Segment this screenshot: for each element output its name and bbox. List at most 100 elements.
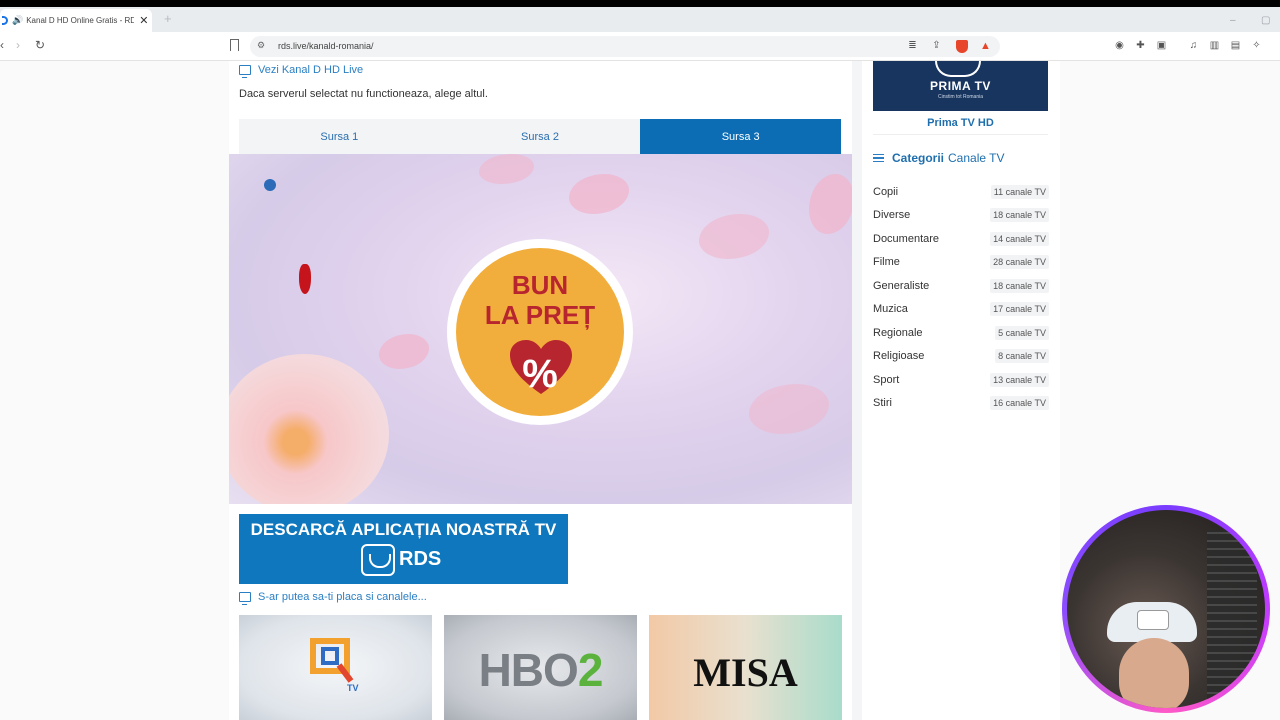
prima-tv-thumb[interactable]: PRIMA TV Cinstim tot Romania — [873, 61, 1048, 111]
martisor-tassel — [299, 264, 311, 294]
category-item[interactable]: Stiri 16 canale TV — [873, 392, 1049, 416]
tv-icon — [239, 592, 251, 605]
category-count: 18 canale TV — [990, 208, 1049, 223]
category-name[interactable]: Stiri — [873, 397, 892, 409]
category-name[interactable]: Diverse — [873, 209, 910, 221]
channel-thumb-misa[interactable]: MISA — [649, 615, 842, 720]
category-count: 13 canale TV — [990, 372, 1049, 387]
tab-strip: 🔊 Kanal D HD Online Gratis - RD ✕ + – ▢ — [0, 7, 1280, 32]
petal-decoration — [379, 334, 429, 369]
prima-logo-icon — [935, 61, 981, 77]
url-text: rds.live/kanald-romania/ — [278, 41, 374, 51]
brave-rewards-icon[interactable]: ▲ — [980, 40, 991, 52]
tv-logo-icon — [361, 544, 395, 576]
channel-thumb-hbo2[interactable]: HBO2 — [444, 615, 637, 720]
decoration-bead — [264, 179, 276, 191]
category-item[interactable]: Muzica 17 canale TV — [873, 298, 1049, 322]
hbo2-logo: HBO2 — [478, 644, 604, 696]
screenshot-icon[interactable]: ▣ — [1156, 40, 1167, 51]
category-count: 8 canale TV — [995, 349, 1049, 364]
speaker-icon[interactable]: 🔊 — [12, 15, 23, 26]
category-name[interactable]: Generaliste — [873, 280, 929, 292]
category-name[interactable]: Muzica — [873, 303, 908, 315]
category-name[interactable]: Sport — [873, 374, 899, 386]
brave-shield-icon[interactable] — [956, 40, 968, 53]
category-count: 17 canale TV — [990, 302, 1049, 317]
category-item[interactable]: Religioase 8 canale TV — [873, 345, 1049, 369]
reader-icon[interactable]: ≣ — [907, 40, 918, 51]
source-tabs: Sursa 1 Sursa 2 Sursa 3 — [239, 119, 842, 154]
back-icon[interactable]: ‹ — [0, 38, 4, 52]
channel-thumb-qtv[interactable]: TV — [239, 615, 432, 720]
minimize-button[interactable]: – — [1230, 15, 1236, 26]
tab-sursa-3[interactable]: Sursa 3 — [640, 119, 842, 154]
sidebar-icon[interactable]: ▥ — [1209, 40, 1220, 51]
tab-close-icon[interactable]: ✕ — [139, 14, 148, 27]
video-player[interactable]: BUN LA PREȚ % — [229, 154, 852, 504]
promo-title: DESCARCĂ APLICAȚIA NOASTRĂ TV — [250, 520, 557, 539]
browser-tab[interactable]: 🔊 Kanal D HD Online Gratis - RD ✕ — [0, 9, 152, 32]
badge-line1: BUN — [511, 270, 569, 300]
tab-sursa-2[interactable]: Sursa 2 — [440, 119, 641, 154]
categories-list: Copii 11 canale TV Diverse 18 canale TV Do… — [873, 180, 1049, 415]
channel-thumbnails: TV HBO2 MISA — [239, 615, 842, 720]
site-info-icon[interactable]: ⚙ — [257, 40, 265, 51]
categories-title-suffix: Canale TV — [948, 151, 1005, 165]
category-item[interactable]: Sport 13 canale TV — [873, 368, 1049, 392]
flower-decoration — [229, 354, 389, 504]
petal-decoration — [479, 154, 534, 184]
music-icon[interactable]: ♫ — [1188, 40, 1199, 51]
suggest-heading: S-ar putea sa-ti placa si canalele... — [239, 591, 427, 605]
petal-decoration — [809, 174, 852, 234]
qtv-logo-icon — [310, 638, 354, 683]
category-item[interactable]: Documentare 14 canale TV — [873, 227, 1049, 251]
tab-sursa-1[interactable]: Sursa 1 — [239, 119, 440, 154]
live-heading: Vezi Kanal D HD Live — [239, 64, 363, 78]
url-field[interactable]: ⚙ rds.live/kanald-romania/ — [250, 36, 1000, 57]
category-item[interactable]: Copii 11 canale TV — [873, 180, 1049, 204]
category-name[interactable]: Copii — [873, 186, 898, 198]
prima-tv-link[interactable]: Prima TV HD — [873, 111, 1048, 135]
category-item[interactable]: Diverse 18 canale TV — [873, 204, 1049, 228]
extension-icon[interactable]: ◉ — [1114, 40, 1125, 51]
category-name[interactable]: Filme — [873, 256, 900, 268]
category-count: 14 canale TV — [990, 231, 1049, 246]
bookmark-icon[interactable] — [230, 39, 239, 51]
promo-brand: RDS — [399, 548, 442, 570]
puzzle-icon[interactable]: ✚ — [1135, 40, 1146, 51]
share-icon[interactable]: ⇪ — [931, 40, 942, 51]
misa-logo: MISA — [693, 650, 798, 695]
reload-icon[interactable]: ↻ — [35, 38, 45, 52]
background-rack — [1207, 530, 1257, 700]
person-face — [1119, 638, 1189, 708]
category-count: 16 canale TV — [990, 396, 1049, 411]
category-count: 5 canale TV — [995, 325, 1049, 340]
categories-heading: Categorii Canale TV — [873, 151, 1005, 165]
person-cap — [1107, 602, 1197, 642]
petal-decoration — [699, 214, 769, 259]
site-favicon-icon — [2, 16, 8, 25]
prima-logo-text: PRIMA TV — [930, 79, 991, 93]
wallet-icon[interactable]: ▤ — [1230, 40, 1241, 51]
maximize-button[interactable]: ▢ — [1261, 15, 1270, 26]
category-count: 18 canale TV — [990, 278, 1049, 293]
category-item[interactable]: Regionale 5 canale TV — [873, 321, 1049, 345]
cap-badge — [1137, 610, 1169, 630]
download-app-banner[interactable]: DESCARCĂ APLICAȚIA NOASTRĂ TV RDS — [239, 514, 568, 584]
list-icon — [873, 152, 884, 165]
suggest-label: S-ar putea sa-ti placa si canalele... — [258, 591, 427, 603]
new-tab-button[interactable]: + — [164, 11, 172, 26]
category-item[interactable]: Filme 28 canale TV — [873, 251, 1049, 275]
category-name[interactable]: Documentare — [873, 233, 939, 245]
address-bar-row: ‹ › ↻ ⚙ rds.live/kanald-romania/ ≣ ⇪ ▲ ◉… — [0, 32, 1280, 61]
leo-icon[interactable]: ✧ — [1251, 40, 1262, 51]
category-name[interactable]: Religioase — [873, 350, 924, 362]
server-note: Daca serverul selectat nu functioneaza, … — [239, 88, 488, 100]
category-name[interactable]: Regionale — [873, 327, 923, 339]
category-item[interactable]: Generaliste 18 canale TV — [873, 274, 1049, 298]
prima-sub-text: Cinstim tot Romania — [937, 94, 983, 100]
badge-percent: % — [522, 352, 558, 396]
category-count: 11 canale TV — [990, 184, 1049, 199]
categories-title: Categorii — [892, 151, 945, 165]
forward-icon[interactable]: › — [16, 38, 20, 52]
